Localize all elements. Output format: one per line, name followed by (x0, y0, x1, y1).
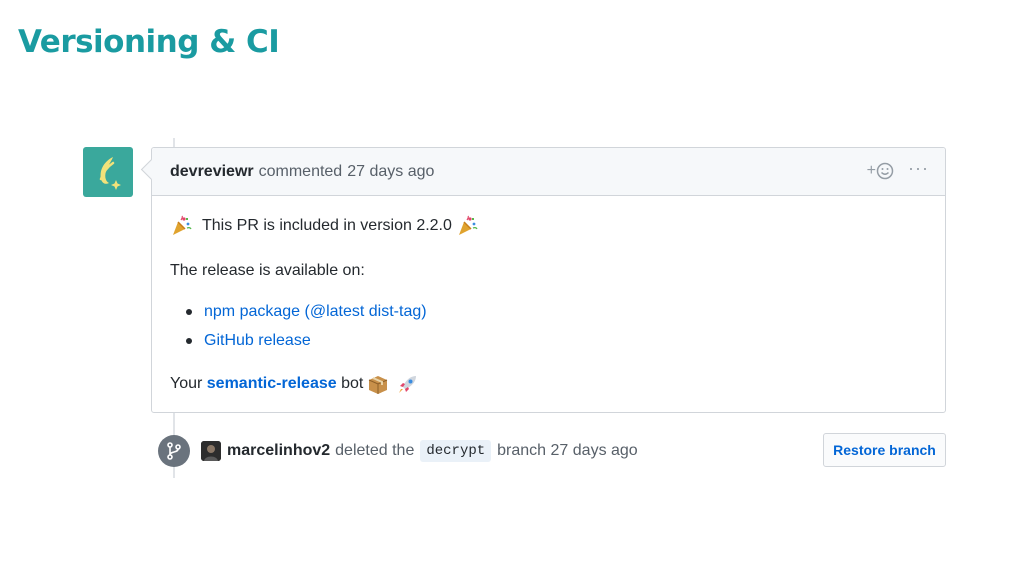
add-reaction-button[interactable]: + (867, 162, 894, 180)
github-release-link[interactable]: GitHub release (204, 332, 311, 350)
comment-action: commented (258, 162, 343, 180)
comment-box: devreviewr commented 27 days ago + ··· T… (151, 147, 946, 413)
user-avatar[interactable] (201, 441, 221, 461)
semantic-release-link[interactable]: semantic-release (207, 375, 337, 393)
event-actor[interactable]: marcelinhov2 (227, 442, 330, 460)
signature-line: Your semantic-release bot (170, 373, 423, 395)
restore-branch-button[interactable]: Restore branch (823, 433, 946, 467)
plus-label: + (866, 162, 877, 179)
user-photo-icon (201, 441, 221, 461)
comment-time[interactable]: 27 days ago (347, 163, 434, 181)
signature-suffix: bot (341, 375, 364, 392)
list-item: npm package (@latest dist-tag) (186, 303, 427, 321)
npm-package-link[interactable]: npm package (@latest dist-tag) (204, 303, 427, 321)
availability-line: The release is available on: (170, 262, 365, 279)
bullet (186, 309, 192, 315)
slide-title: Versioning & CI (18, 24, 280, 60)
smiley-icon (876, 162, 894, 180)
signature-prefix: Your (170, 375, 203, 392)
release-line: This PR is included in version 2.2.0 (170, 215, 482, 237)
branch-deleted-event: marcelinhov2 deleted the decrypt branch … (201, 440, 638, 462)
bullet (186, 338, 192, 344)
event-action: deleted the (335, 442, 415, 459)
comment-header: devreviewr commented 27 days ago + ··· (152, 148, 945, 196)
party-popper-icon (458, 215, 478, 235)
header-actions: + ··· (867, 159, 929, 180)
list-item: GitHub release (186, 332, 311, 350)
branch-name: decrypt (420, 440, 492, 462)
package-icon (369, 376, 388, 394)
party-popper-icon (173, 215, 192, 235)
avatar[interactable] (83, 147, 133, 197)
more-options-button[interactable]: ··· (908, 159, 929, 179)
feather-logo-icon (99, 157, 121, 190)
git-branch-icon (167, 442, 181, 460)
rocket-icon (399, 376, 417, 393)
branch-event-badge (158, 435, 190, 467)
event-suffix: branch 27 days ago (497, 442, 638, 459)
comment-author[interactable]: devreviewr (170, 163, 254, 181)
release-text: This PR is included in version 2.2.0 (202, 217, 452, 234)
